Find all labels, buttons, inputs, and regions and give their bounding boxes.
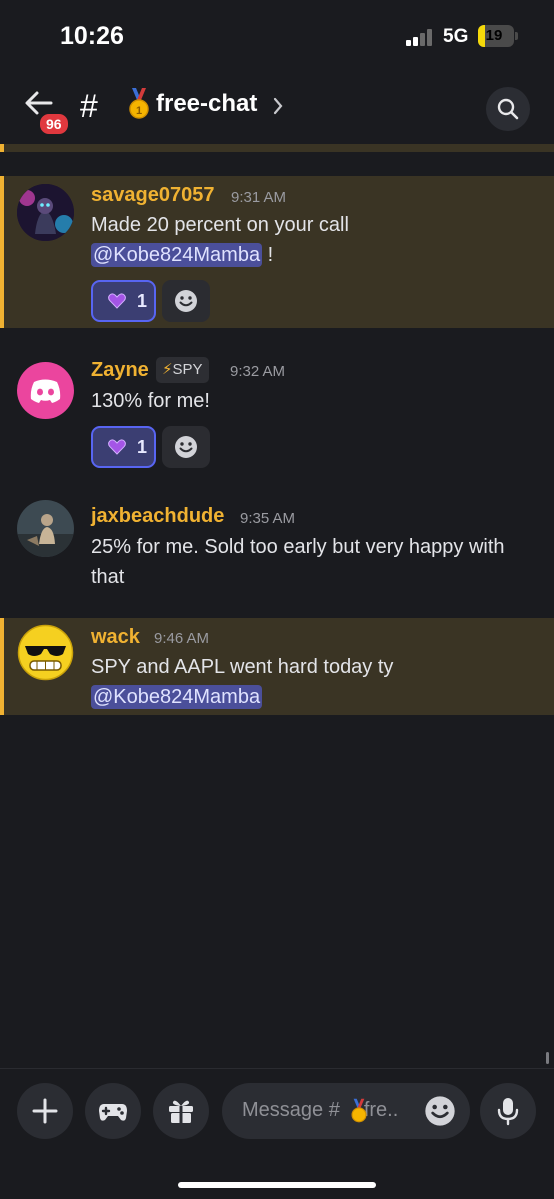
emoji-picker-icon[interactable] [424,1095,456,1127]
reaction-button[interactable]: 1 [91,426,156,468]
reaction-count: 1 [137,291,148,311]
avatar-image [17,184,74,241]
clock: 10:26 [60,22,124,50]
message-input-placeholder: Message # fre.. [242,1099,398,1122]
message-text-part: ! [262,244,274,266]
avatar[interactable] [17,184,74,241]
search-icon [497,98,519,120]
smile-icon [175,436,197,458]
add-reaction-button[interactable] [162,280,210,322]
battery-icon: 19 [478,25,514,47]
network-label: 5G [443,26,469,47]
status-bar: 10:26 5G 19 [0,0,554,70]
message-text: 25% for me. Sold too early but very happ… [91,536,505,588]
message-item[interactable]: Zayne ⚡SPY 9:32 AM 130% for me! 1 [0,338,554,478]
message-item[interactable]: savage07057 9:31 AM Made 20 percent on y… [0,176,554,328]
scrollbar[interactable] [546,1052,549,1064]
voice-message-button[interactable] [480,1083,536,1139]
server-tag-label: SPY [172,361,203,378]
gift-icon [169,1100,193,1123]
search-button[interactable] [486,87,530,131]
user-mention[interactable]: @Kobe824Mamba [91,685,263,709]
medal-icon: 1 [129,88,149,119]
username[interactable]: jaxbeachdude [91,505,224,528]
plus-icon [32,1098,58,1124]
placeholder-suffix: fre.. [363,1099,399,1121]
username[interactable]: Zayne [91,359,149,382]
divider [0,144,554,152]
battery-tip [515,32,518,40]
timestamp: 9:35 AM [240,510,296,527]
message-item[interactable]: wack 9:46 AM SPY and AAPL went hard toda… [0,618,554,715]
username[interactable]: savage07057 [91,184,214,207]
hash-icon: # [80,88,98,124]
timestamp: 9:46 AM [154,630,210,647]
reaction-button[interactable]: 1 [91,280,156,322]
medal-icon [351,1098,367,1123]
message-text: 130% for me! [91,390,210,412]
message-text: Made 20 percent on your call @Kobe824Mam… [91,210,531,270]
server-tag[interactable]: ⚡SPY [156,357,209,383]
lightning-icon: ⚡ [162,361,173,378]
message-composer: Message # fre.. [0,1068,554,1199]
message-text: SPY and AAPL went hard today ty @Kobe824… [91,652,531,712]
smile-icon [175,290,197,312]
add-reaction-button[interactable] [162,426,210,468]
svg-text:1: 1 [136,105,142,117]
purple-heart-icon [108,439,126,455]
message-input[interactable]: Message # fre.. [222,1083,470,1139]
signal-icon [406,28,436,46]
avatar[interactable] [17,500,74,557]
activities-button[interactable] [85,1083,141,1139]
channel-title[interactable]: free-chat [156,90,257,118]
user-mention[interactable]: @Kobe824Mamba [91,243,263,267]
purple-heart-icon [108,293,126,309]
channel-header: 96 # 1 free-chat [0,78,554,138]
add-attachment-button[interactable] [17,1083,73,1139]
sunglasses-emoji-avatar [17,624,74,681]
placeholder-prefix: Message # [242,1099,340,1121]
timestamp: 9:32 AM [230,363,286,380]
battery-percent: 19 [485,27,503,44]
microphone-icon [497,1098,519,1126]
avatar-image [17,500,74,557]
unread-badge: 96 [38,112,70,136]
discord-logo-icon [30,379,61,403]
chevron-right-icon[interactable] [272,97,284,115]
reaction-count: 1 [137,437,148,457]
username[interactable]: wack [91,626,140,649]
message-text-part: Made 20 percent on your call [91,214,349,236]
avatar[interactable] [17,362,74,419]
avatar[interactable] [17,624,74,681]
home-indicator[interactable] [178,1182,376,1188]
gamepad-icon [99,1104,127,1121]
timestamp: 9:31 AM [231,189,287,206]
message-item[interactable]: jaxbeachdude 9:35 AM 25% for me. Sold to… [0,488,554,600]
gift-button[interactable] [153,1083,209,1139]
message-text-part: SPY and AAPL went hard today ty [91,656,394,678]
